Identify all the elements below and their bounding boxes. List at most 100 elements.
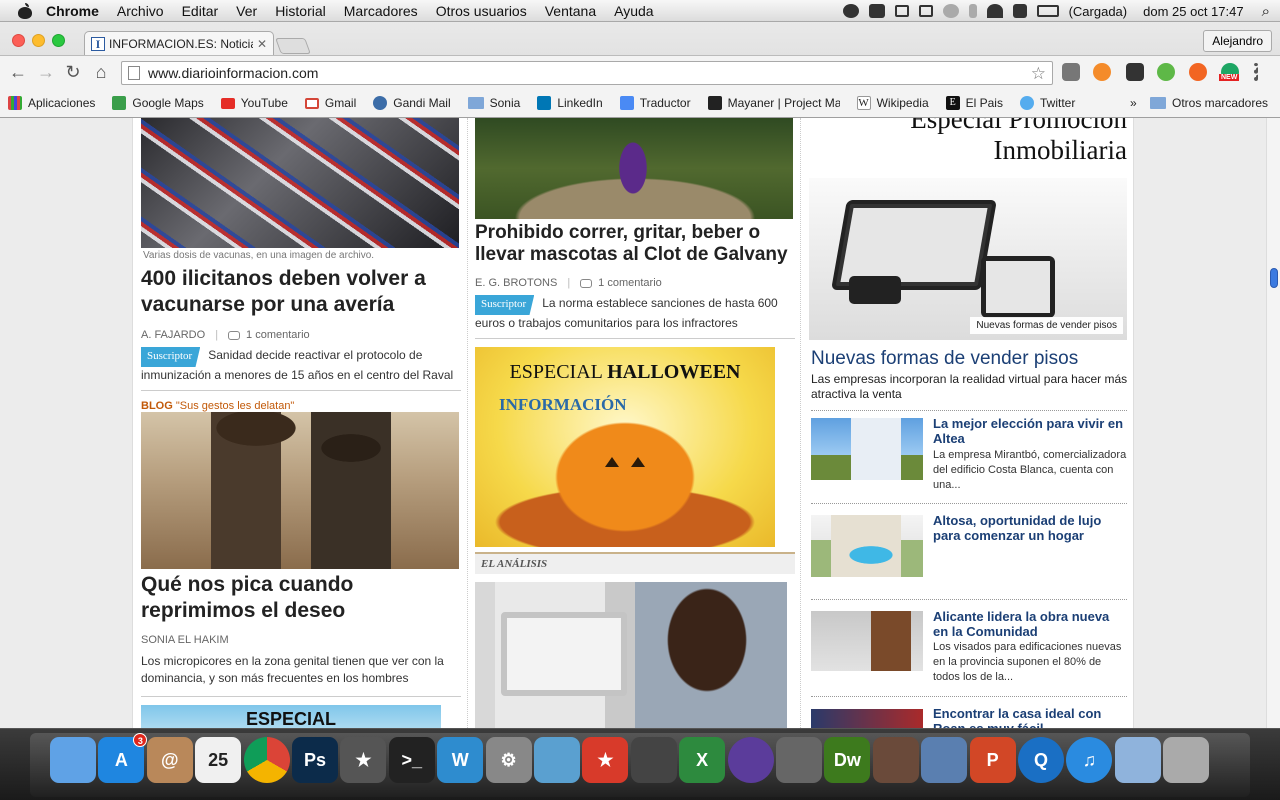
headline-vacunas[interactable]: 400 ilicitanos deben volver a vacunarse … (141, 266, 459, 318)
volume-icon[interactable] (1012, 4, 1027, 18)
comments-link[interactable]: 1 comentario (246, 329, 310, 341)
dreamweaver-icon[interactable]: Dw (824, 737, 871, 783)
battery-icon[interactable] (1036, 5, 1059, 17)
app-store-icon[interactable]: A3 (98, 733, 148, 783)
wunderlist-icon[interactable]: W (437, 737, 484, 783)
bookmark-linkedin[interactable]: LinkedIn (537, 96, 603, 110)
wunderkit-icon[interactable]: ★ (582, 737, 629, 783)
evernote-extension-icon[interactable] (1157, 63, 1175, 81)
title-altea[interactable]: La mejor elección para vivir en Altea (933, 416, 1127, 446)
title-altosa[interactable]: Altosa, oportunidad de lujo para comenza… (933, 513, 1127, 543)
forward-icon[interactable]: → (36, 62, 56, 82)
chrome-icon[interactable] (243, 737, 290, 783)
quicktime-icon[interactable]: Q (1018, 737, 1064, 783)
bookmark-star-icon[interactable]: ☆ (1031, 64, 1046, 84)
eclipse-icon[interactable] (727, 737, 774, 783)
chrome-menu-icon[interactable] (1254, 63, 1258, 81)
terminal-icon[interactable]: >_ (388, 737, 435, 783)
trash-icon[interactable] (1163, 737, 1210, 783)
iphoto-icon[interactable] (921, 737, 968, 783)
vertical-scrollbar[interactable] (1266, 118, 1280, 728)
bookmark-wikipedia[interactable]: W Wikipedia (856, 96, 929, 110)
author[interactable]: A. FAJARDO (141, 329, 205, 341)
reload-icon[interactable]: ↻ (63, 62, 83, 82)
applications-folder-icon[interactable] (1114, 737, 1161, 783)
calendar-icon[interactable]: 25 (195, 737, 242, 783)
browser-tab[interactable]: I INFORMACION.ES: Noticias ✕ (84, 31, 274, 55)
bookmark-el-pais[interactable]: E El Pais (945, 96, 1003, 110)
tag-extension-icon[interactable] (1062, 63, 1080, 81)
menu-archivo[interactable]: Archivo (117, 3, 164, 19)
bookmark-gmail[interactable]: Gmail (304, 96, 356, 110)
subscriber-badge[interactable]: Suscriptor (475, 295, 535, 315)
bluetooth-icon[interactable] (968, 4, 977, 18)
runner-photo[interactable] (475, 118, 793, 219)
profile-button[interactable]: Alejandro (1203, 30, 1272, 52)
real-estate-photo[interactable]: Nuevas formas de vender pisos (809, 178, 1127, 340)
address-bar[interactable]: www.diarioinformacion.com ☆ (121, 61, 1053, 85)
notification-icon[interactable] (842, 4, 859, 18)
comments-link[interactable]: 1 comentario (598, 277, 662, 289)
system-preferences-icon[interactable]: ⚙ (485, 737, 532, 783)
bookmark-mayaner[interactable]: Mayaner | Project Ma (707, 96, 840, 110)
headline-vender-pisos[interactable]: Nuevas formas de vender pisos (811, 348, 1129, 370)
obra-nueva-photo[interactable] (811, 611, 923, 671)
minimize-window-button[interactable] (32, 34, 45, 47)
menu-historial[interactable]: Historial (275, 3, 326, 19)
dashboard-icon[interactable] (776, 737, 822, 783)
apple-icon[interactable] (18, 2, 32, 19)
menu-ayuda[interactable]: Ayuda (614, 3, 653, 19)
altosa-photo[interactable] (811, 515, 923, 577)
contacts-icon[interactable]: @ (146, 737, 193, 783)
finder-icon[interactable] (50, 737, 96, 783)
author[interactable]: E. G. BROTONS (475, 277, 557, 289)
pocket-extension-icon[interactable] (1189, 63, 1207, 81)
zoom-window-button[interactable] (52, 34, 65, 47)
author[interactable]: SONIA EL HAKIM (141, 634, 229, 646)
close-tab-icon[interactable]: ✕ (257, 37, 267, 51)
home-icon[interactable]: ⌂ (91, 62, 111, 82)
photo-app-icon[interactable] (872, 737, 919, 783)
title-roan[interactable]: Encontrar la casa ideal con Roan es muy … (933, 706, 1127, 728)
roan-photo[interactable] (811, 709, 923, 728)
bookmark-twitter[interactable]: Twitter (1019, 96, 1075, 110)
bitly-extension-icon[interactable] (1093, 63, 1111, 81)
menu-ventana[interactable]: Ventana (545, 3, 596, 19)
bookmark-youtube[interactable]: YouTube (220, 96, 288, 110)
subscriber-badge[interactable]: Suscriptor (141, 347, 201, 367)
evernote-icon[interactable] (868, 4, 885, 18)
cowboys-photo[interactable] (141, 412, 459, 569)
preview-icon[interactable] (534, 737, 580, 783)
headline-deseo[interactable]: Qué nos pica cuando reprimimos el deseo (141, 572, 459, 624)
new-tab-button[interactable] (275, 38, 311, 54)
blog-label[interactable]: BLOG "Sus gestos les delatan" (141, 400, 294, 412)
grammarly-extension-icon[interactable]: NEW (1219, 63, 1240, 81)
menu-ver[interactable]: Ver (236, 3, 257, 19)
section-el-analisis[interactable]: EL ANÁLISIS (475, 552, 795, 574)
bookmark-otros-marcadores[interactable]: Otros marcadores (1150, 96, 1268, 110)
display-icon[interactable] (918, 5, 933, 17)
excel-icon[interactable]: X (679, 737, 726, 783)
buffer-extension-icon[interactable] (1126, 63, 1144, 81)
imovie-icon[interactable]: ★ (340, 737, 387, 783)
photo-booth-icon[interactable] (630, 737, 677, 783)
spotlight-icon[interactable]: ⌕ (1262, 3, 1270, 20)
powerpoint-icon[interactable]: P (969, 737, 1016, 783)
bookmark-gandi-mail[interactable]: Gandi Mail (373, 96, 451, 110)
video-still[interactable] (475, 582, 787, 728)
photoshop-icon[interactable]: Ps (292, 737, 338, 783)
title-obra-nueva[interactable]: Alicante lidera la obra nueva en la Comu… (933, 609, 1127, 639)
bookmark-google-maps[interactable]: Google Maps (112, 96, 204, 110)
especial-banner[interactable]: ESPECIAL (141, 705, 441, 728)
vaccines-photo[interactable] (141, 118, 459, 248)
back-icon[interactable]: ← (8, 62, 28, 82)
menu-app-name[interactable]: Chrome (46, 3, 99, 19)
battery-monitor-icon[interactable] (894, 5, 909, 17)
close-window-button[interactable] (12, 34, 25, 47)
bookmark-traductor[interactable]: Traductor (619, 96, 691, 110)
menu-marcadores[interactable]: Marcadores (344, 3, 418, 19)
wifi-icon[interactable] (986, 4, 1003, 18)
scrollbar-thumb[interactable] (1270, 268, 1278, 288)
bookmarks-more-button[interactable]: » (1130, 96, 1137, 110)
halloween-ad[interactable]: ESPECIAL HALLOWEEN INFORMACIÓN (475, 347, 775, 547)
